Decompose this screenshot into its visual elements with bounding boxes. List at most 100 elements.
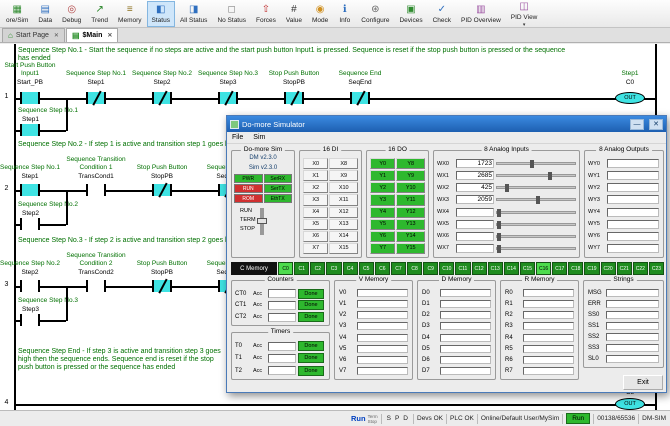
do-cell[interactable]: Y1 (370, 170, 395, 181)
memory-value[interactable] (440, 322, 491, 330)
memory-value[interactable] (523, 322, 574, 330)
c-memory-cell[interactable]: C20 (601, 262, 616, 275)
toolbar-button[interactable]: All Status (175, 1, 212, 27)
memory-value[interactable] (523, 300, 574, 308)
editor-tab[interactable]: ⌂ Start Page ✕ (2, 28, 65, 42)
c-memory-cell[interactable]: C12 (472, 262, 487, 275)
toolbar-button[interactable]: Trend (86, 1, 113, 27)
close-icon[interactable]: ✕ (107, 32, 112, 39)
c-memory-cell[interactable]: C21 (617, 262, 632, 275)
c-memory-cell[interactable]: C6 (375, 262, 390, 275)
counter-acc-value[interactable] (268, 301, 296, 310)
memory-value[interactable] (440, 345, 491, 353)
do-cell[interactable]: Y13 (396, 219, 425, 230)
di-cell[interactable]: X1 (303, 170, 328, 181)
do-cell[interactable]: Y0 (370, 158, 395, 169)
contact-no[interactable] (86, 184, 106, 196)
do-cell[interactable]: Y8 (396, 158, 425, 169)
di-cell[interactable]: X14 (329, 231, 358, 242)
run-mode-badge[interactable]: Run (566, 413, 590, 424)
di-cell[interactable]: X7 (303, 243, 328, 254)
di-cell[interactable]: X8 (329, 158, 358, 169)
memory-value[interactable] (357, 322, 408, 330)
contact-no[interactable] (20, 280, 40, 292)
mode-switch-track[interactable] (260, 208, 264, 235)
do-cell[interactable]: Y2 (370, 182, 395, 193)
counter-acc-value[interactable] (268, 313, 296, 322)
c-memory-cell[interactable]: C19 (584, 262, 599, 275)
toolbar-button[interactable]: No Status (212, 1, 251, 27)
slider-thumb[interactable] (530, 160, 534, 168)
memory-value[interactable] (440, 300, 491, 308)
do-cell[interactable]: Y5 (370, 219, 395, 230)
di-cell[interactable]: X13 (329, 219, 358, 230)
memory-value[interactable] (440, 356, 491, 364)
contact-no[interactable] (20, 314, 40, 326)
string-value[interactable] (606, 289, 659, 297)
analog-input-slider[interactable] (496, 174, 576, 177)
do-cell[interactable]: Y6 (370, 231, 395, 242)
memory-value[interactable] (357, 300, 408, 308)
counter-done-indicator[interactable]: Done (298, 312, 324, 322)
exit-button[interactable]: Exit (623, 375, 663, 390)
analog-input-slider[interactable] (496, 186, 576, 189)
do-cell[interactable]: Y11 (396, 194, 425, 205)
contact-no[interactable] (86, 280, 106, 292)
c-memory-cell[interactable]: C1 (294, 262, 309, 275)
c-memory-cell[interactable]: C11 (455, 262, 470, 275)
di-cell[interactable]: X10 (329, 182, 358, 193)
toolbar-button[interactable]: Data (33, 1, 57, 27)
contact-nc[interactable] (152, 184, 172, 196)
di-cell[interactable]: X15 (329, 243, 358, 254)
di-cell[interactable]: X0 (303, 158, 328, 169)
plc-mode[interactable]: Run (351, 414, 366, 423)
slider-thumb[interactable] (497, 245, 501, 253)
c-memory-cell[interactable]: C0 (278, 262, 293, 275)
c-memory-cell[interactable]: C4 (343, 262, 358, 275)
slider-thumb[interactable] (548, 172, 552, 180)
dialog-titlebar[interactable]: Do-more Simulator — ✕ (227, 116, 666, 132)
di-cell[interactable]: X9 (329, 170, 358, 181)
memory-value[interactable] (357, 345, 408, 353)
analog-input-slider[interactable] (496, 235, 576, 238)
string-value[interactable] (606, 300, 659, 308)
analog-input-slider[interactable] (496, 247, 576, 250)
c-memory-cell[interactable]: C3 (326, 262, 341, 275)
timer-acc-value[interactable] (268, 354, 296, 363)
timer-done-indicator[interactable]: Done (298, 353, 324, 363)
output-coil[interactable]: OUT (615, 92, 645, 104)
contact-no[interactable] (20, 124, 40, 136)
counter-acc-value[interactable] (268, 289, 296, 298)
memory-value[interactable] (523, 334, 574, 342)
memory-value[interactable] (440, 311, 491, 319)
do-cell[interactable]: Y15 (396, 243, 425, 254)
output-coil[interactable]: OUT (615, 398, 645, 410)
do-cell[interactable]: Y3 (370, 194, 395, 205)
slider-thumb[interactable] (497, 233, 501, 241)
do-cell[interactable]: Y9 (396, 170, 425, 181)
contact-nc[interactable] (350, 92, 370, 104)
analog-input-slider[interactable] (496, 211, 576, 214)
memory-value[interactable] (357, 289, 408, 297)
string-value[interactable] (606, 344, 659, 352)
contact-nc[interactable] (152, 92, 172, 104)
analog-input-value[interactable]: 425 (456, 183, 494, 192)
toolbar-button[interactable]: Value (281, 1, 307, 27)
timer-done-indicator[interactable]: Done (298, 341, 324, 351)
memory-value[interactable] (523, 289, 574, 297)
editor-tab[interactable]: ▤ $Main ✕ (66, 28, 118, 42)
contact-nc[interactable] (152, 280, 172, 292)
toolbar-button[interactable]: Configure (356, 1, 394, 27)
contact-no[interactable] (20, 218, 40, 230)
di-cell[interactable]: X12 (329, 207, 358, 218)
slider-thumb[interactable] (505, 184, 509, 192)
memory-value[interactable] (440, 367, 491, 375)
mode-switch-knob[interactable] (257, 218, 267, 224)
di-cell[interactable]: X4 (303, 207, 328, 218)
di-cell[interactable]: X2 (303, 182, 328, 193)
memory-value[interactable] (523, 367, 574, 375)
do-cell[interactable]: Y10 (396, 182, 425, 193)
do-cell[interactable]: Y14 (396, 231, 425, 242)
memory-value[interactable] (357, 311, 408, 319)
c-memory-cell[interactable]: C18 (568, 262, 583, 275)
